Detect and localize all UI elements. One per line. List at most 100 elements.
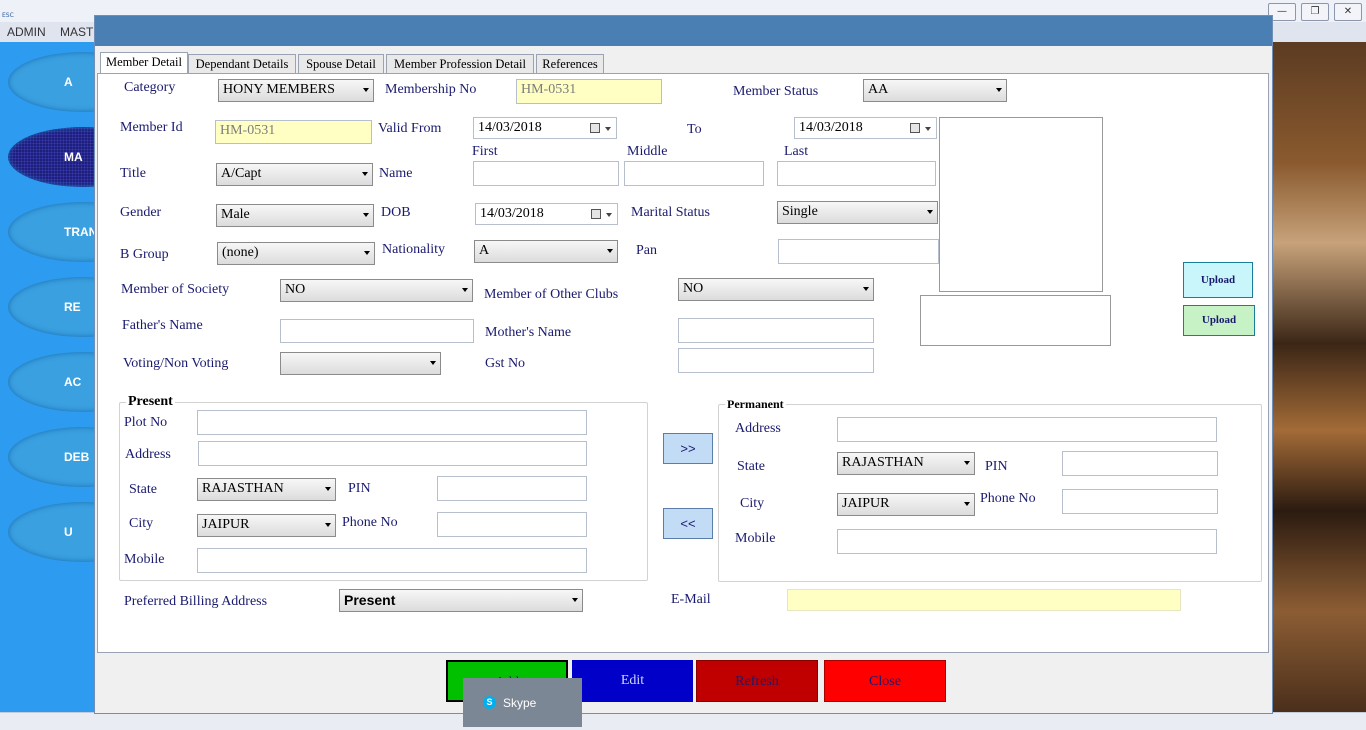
skype-icon: S [483,696,496,709]
valid-from-date[interactable]: 14/03/2018 [473,117,617,139]
nationality-label: Nationality [382,242,445,257]
marital-status-label: Marital Status [631,205,710,220]
present-state-select[interactable]: RAJASTHAN [197,478,336,501]
dob-date[interactable]: 14/03/2018 [475,203,618,225]
permanent-address-title: Permanent [725,397,786,412]
member-id-field[interactable]: HM-0531 [215,120,372,144]
permanent-phone-no-input[interactable] [1062,489,1218,514]
blood-group-label: B Group [120,247,169,262]
refresh-button[interactable]: Refresh [696,660,818,702]
close-window-icon[interactable]: ✕ [1334,3,1362,21]
marital-status-select[interactable]: Single [777,201,938,224]
name-label: Name [379,166,413,181]
chevron-down-icon [572,598,578,602]
chevron-down-icon [607,249,613,253]
member-status-select[interactable]: AA [863,79,1007,102]
permanent-mobile-input[interactable] [837,529,1217,554]
pan-label: Pan [636,243,657,258]
present-city-select[interactable]: JAIPUR [197,514,336,537]
close-button[interactable]: Close [824,660,946,702]
permanent-state-label: State [737,459,765,474]
first-name-header: First [472,144,498,159]
copy-to-permanent-button[interactable]: >> [663,433,713,464]
pan-input[interactable] [778,239,939,264]
last-name-input[interactable] [777,161,936,186]
chevron-down-icon [964,461,970,465]
member-of-other-clubs-label: Member of Other Clubs [484,287,619,302]
email-label: E-Mail [671,592,711,607]
middle-name-input[interactable] [624,161,764,186]
tab-references[interactable]: References [536,54,604,74]
chevron-down-icon [325,487,331,491]
category-select[interactable]: HONY MEMBERS [218,79,374,102]
present-plot-no-label: Plot No [124,415,168,430]
tab-spouse-detail[interactable]: Spouse Detail [298,54,384,74]
photo-box [939,117,1103,292]
present-address-title: Present [126,394,175,410]
restore-icon[interactable]: ❐ [1301,3,1329,21]
present-state-label: State [129,482,157,497]
preferred-billing-address-select[interactable]: Present [339,589,583,612]
member-of-other-clubs-select[interactable]: NO [678,278,874,301]
present-address-input[interactable] [198,441,587,466]
upload-signature-button[interactable]: Upload [1183,305,1255,336]
dialog-title-bar [95,16,1272,46]
permanent-pin-input[interactable] [1062,451,1218,476]
email-input[interactable] [787,589,1181,611]
tab-dependant-details[interactable]: Dependant Details [188,54,296,74]
present-plot-no-input[interactable] [197,410,587,435]
signature-box [920,295,1111,346]
permanent-city-select[interactable]: JAIPUR [837,493,975,516]
tab-member-detail[interactable]: Member Detail [100,52,188,74]
fathers-name-input[interactable] [280,319,474,343]
chevron-down-icon [363,213,369,217]
title-select[interactable]: A/Capt [216,163,373,186]
present-address-label: Address [125,447,171,462]
chevron-down-icon [364,251,370,255]
dob-label: DOB [381,205,411,220]
middle-name-header: Middle [627,144,668,159]
status-bar [0,712,1366,730]
chevron-down-icon [927,210,933,214]
copy-to-present-button[interactable]: << [663,508,713,539]
title-label: Title [120,166,146,181]
present-city-label: City [129,516,154,531]
first-name-input[interactable] [473,161,619,186]
chevron-down-icon [462,288,468,292]
present-pin-input[interactable] [437,476,587,501]
upload-photo-button[interactable]: Upload [1183,262,1253,298]
to-date[interactable]: 14/03/2018 [794,117,937,139]
chevron-down-icon [362,172,368,176]
permanent-address-input[interactable] [837,417,1217,442]
skype-popup[interactable]: S Skype [463,678,582,727]
permanent-state-select[interactable]: RAJASTHAN [837,452,975,475]
sidebar-item-master[interactable]: MA [8,127,94,187]
gst-no-input[interactable] [678,348,874,373]
sidebar-item-transactions[interactable]: TRAN [8,202,94,262]
member-dialog: Member Detail Dependant Details Spouse D… [94,15,1273,714]
sidebar-item-utility[interactable]: U [8,502,94,562]
tab-member-profession-detail[interactable]: Member Profession Detail [386,54,534,74]
gender-select[interactable]: Male [216,204,374,227]
calendar-icon [590,123,600,133]
sidebar-item-reports[interactable]: RE [8,277,94,337]
present-mobile-input[interactable] [197,548,587,573]
app-logo: ESC [2,12,14,19]
gender-label: Gender [120,205,162,220]
blood-group-select[interactable]: (none) [217,242,375,265]
present-phone-no-input[interactable] [437,512,587,537]
voting-label: Voting/Non Voting [123,356,229,371]
nationality-select[interactable]: A [474,240,618,263]
menu-admin[interactable]: ADMIN [7,25,46,39]
membership-no-field[interactable]: HM-0531 [516,79,662,104]
member-of-society-label: Member of Society [121,282,230,297]
member-status-label: Member Status [733,84,819,99]
voting-select[interactable] [280,352,441,375]
sidebar-item-accounts[interactable]: AC [8,352,94,412]
edit-button[interactable]: Edit [572,660,693,702]
gst-no-label: Gst No [485,356,526,371]
sidebar-item-1[interactable]: A [8,52,94,112]
sidebar-item-debit[interactable]: DEB [8,427,94,487]
member-of-society-select[interactable]: NO [280,279,473,302]
mothers-name-input[interactable] [678,318,874,343]
